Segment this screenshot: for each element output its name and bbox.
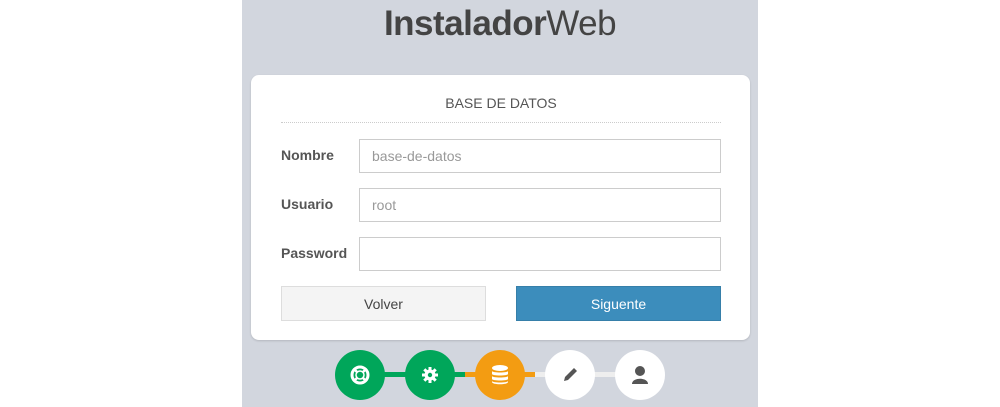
step-database[interactable] xyxy=(475,350,525,400)
gear-icon xyxy=(422,367,438,383)
title-bold: Instalador xyxy=(383,4,547,43)
next-button[interactable]: Siguente xyxy=(516,286,721,321)
nombre-input[interactable] xyxy=(359,139,721,173)
step-edit[interactable] xyxy=(545,350,595,400)
step-life-ring[interactable] xyxy=(335,350,385,400)
password-row: Password xyxy=(281,237,721,271)
user-icon xyxy=(632,366,648,384)
step-settings[interactable] xyxy=(405,350,455,400)
progress-steps xyxy=(335,350,665,400)
nombre-label: Nombre xyxy=(281,147,334,163)
installer-column: InstaladorWeb BASE DE DATOS Nombre Usuar… xyxy=(242,0,758,407)
database-icon xyxy=(492,365,508,385)
usuario-input[interactable] xyxy=(359,188,721,222)
database-form-card: BASE DE DATOS Nombre Usuario Password Vo… xyxy=(251,75,750,340)
usuario-label: Usuario xyxy=(281,196,334,212)
app-title: InstaladorWeb xyxy=(242,4,758,44)
back-button[interactable]: Volver xyxy=(281,286,486,321)
section-title: BASE DE DATOS xyxy=(281,95,721,123)
password-input[interactable] xyxy=(359,237,721,271)
step-user[interactable] xyxy=(615,350,665,400)
title-light: Web xyxy=(546,4,617,43)
nombre-row: Nombre xyxy=(281,139,721,173)
pencil-icon xyxy=(564,368,577,381)
usuario-row: Usuario xyxy=(281,188,721,222)
password-label: Password xyxy=(281,245,348,261)
life-ring-icon xyxy=(350,365,370,385)
